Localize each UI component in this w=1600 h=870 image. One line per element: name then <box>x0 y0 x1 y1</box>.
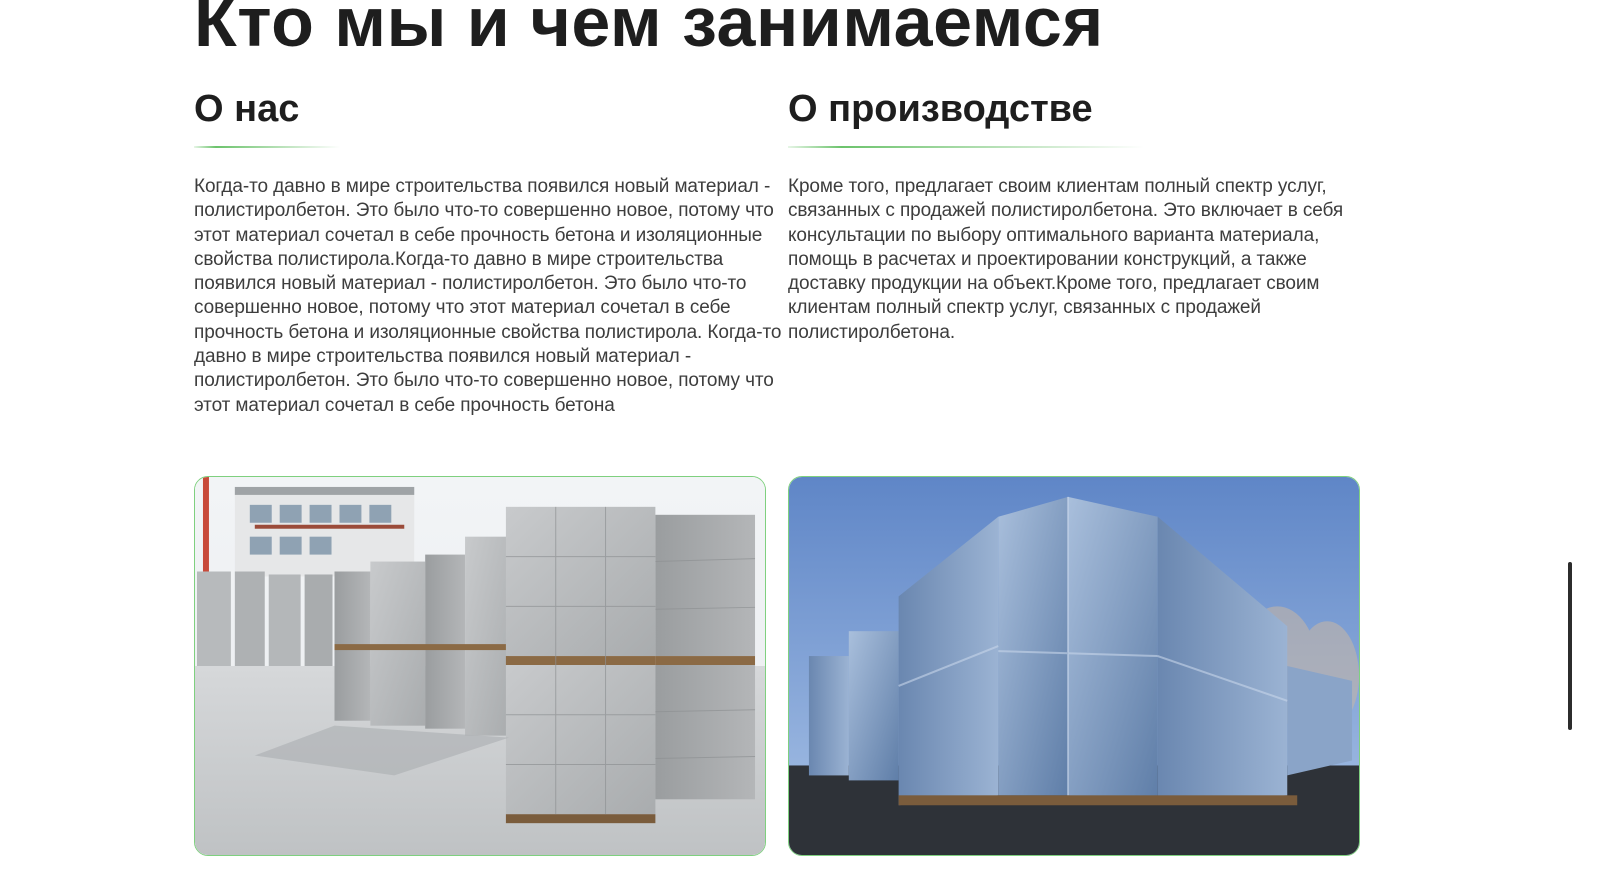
warehouse-blocks-photo <box>194 476 766 856</box>
page: Кто мы и чем занимаемся О нас Когда-то д… <box>0 0 1600 870</box>
production-divider <box>788 146 1144 148</box>
production-column: О производстве Кроме того, предлагает св… <box>788 86 1368 345</box>
page-scrollbar-thumb[interactable] <box>1568 562 1572 730</box>
about-text: Когда-то давно в мире строительства появ… <box>194 176 782 416</box>
about-column: О нас Когда-то давно в мире строительств… <box>194 86 784 418</box>
warehouse-blocks-image <box>195 477 765 855</box>
about-divider <box>194 146 340 148</box>
production-text: Кроме того, предлагает своим клиентам по… <box>788 176 1344 343</box>
about-heading: О нас <box>194 88 300 130</box>
wrapped-pallets-photo <box>788 476 1360 856</box>
wrapped-pallets-image <box>789 477 1359 855</box>
section-title: Кто мы и чем занимаемся <box>194 0 1104 61</box>
production-heading: О производстве <box>788 88 1093 130</box>
